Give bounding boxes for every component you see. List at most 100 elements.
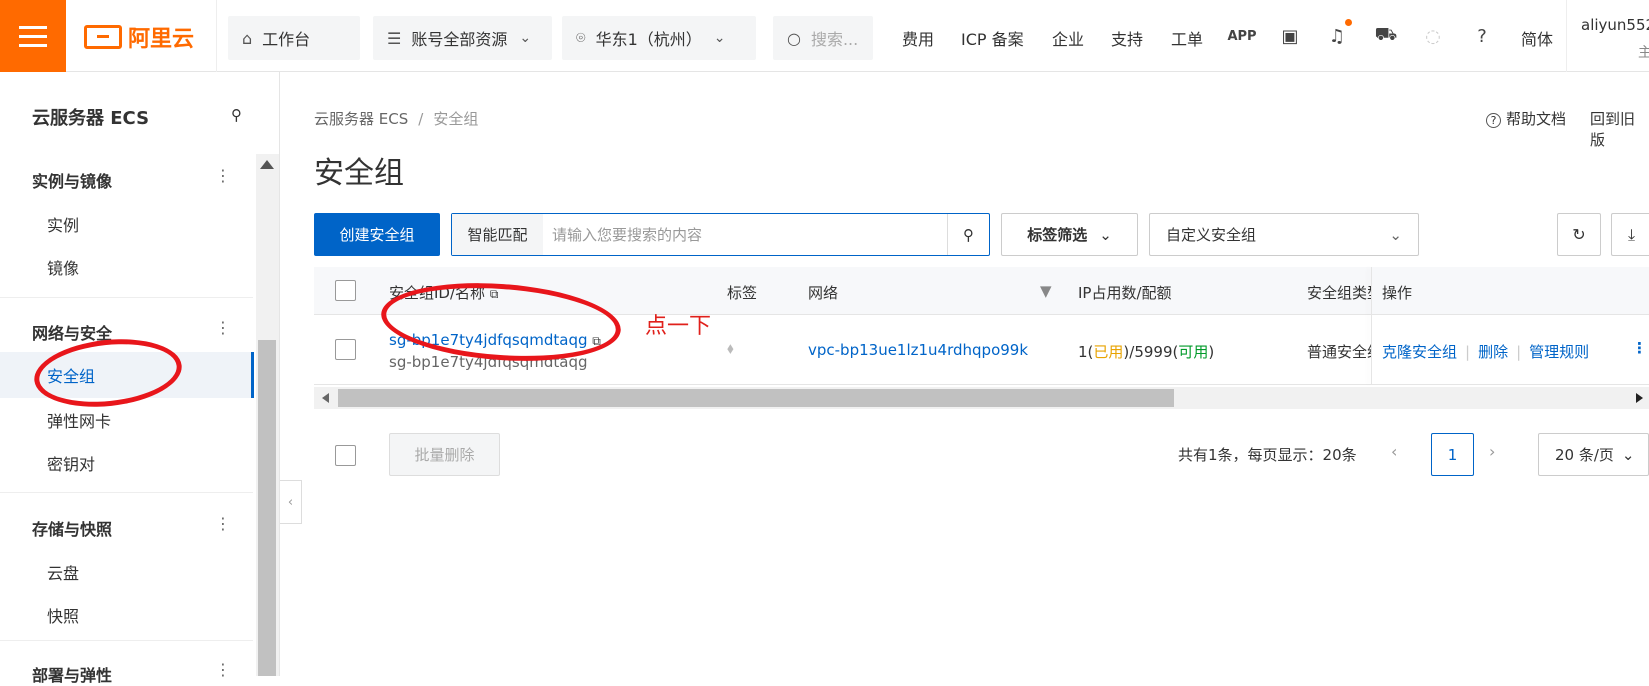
refresh-icon[interactable]: ↻ <box>1557 213 1601 256</box>
sidebar-item-images[interactable]: 镜像 <box>47 255 79 279</box>
nav-support[interactable]: 支持 <box>1111 26 1143 50</box>
cart-icon[interactable]: ⛟ <box>1374 24 1398 48</box>
aliyun-logo[interactable]: 阿里云 <box>84 22 194 52</box>
download-icon[interactable]: ⤓ <box>1611 213 1649 256</box>
more-icon[interactable]: ⋮ <box>215 318 231 337</box>
tag-icon[interactable]: ⬧ <box>727 339 734 357</box>
pagination-summary: 共有1条，每页显示：20条 <box>1178 446 1357 464</box>
row-checkbox[interactable] <box>335 339 356 360</box>
delete-link[interactable]: 删除 <box>1478 343 1508 361</box>
sidebar-search-icon[interactable]: ⚲ <box>231 106 242 124</box>
sidebar-scrollbar-thumb[interactable] <box>258 340 276 676</box>
user-account-name[interactable]: aliyun552 <box>1581 16 1649 34</box>
search-input[interactable] <box>552 214 932 255</box>
search-mode-select[interactable]: 智能匹配 <box>452 214 543 255</box>
more-icon[interactable]: ⋮ <box>215 660 231 679</box>
sidebar-item-eni[interactable]: 弹性网卡 <box>47 408 111 432</box>
nav-enterprise[interactable]: 企业 <box>1052 26 1084 50</box>
tag-filter-button[interactable]: 标签筛选 ⌄ <box>1001 213 1138 256</box>
help-docs-link[interactable]: ? 帮助文档 <box>1486 108 1566 129</box>
nav-tickets[interactable]: 工单 <box>1171 26 1203 50</box>
chevron-down-icon: ⌄ <box>713 30 726 46</box>
search-bar: 智能匹配 ⚲ <box>451 213 990 256</box>
bell-icon[interactable]: ♫ <box>1325 24 1349 48</box>
workbench-button[interactable]: ⌂ 工作台 <box>228 16 360 60</box>
home-icon: ⌂ <box>242 28 253 48</box>
sticky-column-divider <box>1371 267 1372 385</box>
search-icon: ○ <box>787 28 801 48</box>
security-group-type-value: 自定义安全组 <box>1166 226 1257 244</box>
column-header-network: 网络 <box>808 284 839 302</box>
page-number-current[interactable]: 1 <box>1431 433 1474 476</box>
top-navigation-bar: 阿里云 ⌂ 工作台 ☰ 账号全部资源 ⌄ ⌾ 华东1（杭州） ⌄ ○ 搜索...… <box>0 0 1649 72</box>
terminal-icon[interactable]: ▣ <box>1278 24 1302 48</box>
prev-page-icon[interactable]: ‹ <box>1391 442 1397 461</box>
sidebar-item-snapshots[interactable]: 快照 <box>47 603 79 627</box>
sidebar-active-indicator <box>251 352 254 398</box>
scroll-right-icon[interactable] <box>1636 393 1643 403</box>
global-search-placeholder: 搜索... <box>810 30 859 49</box>
global-search[interactable]: ○ 搜索... <box>773 16 873 60</box>
footer-select-all-checkbox[interactable] <box>335 445 356 466</box>
region-select[interactable]: ⌾ 华东1（杭州） ⌄ <box>562 16 756 60</box>
annotation-note: 点一下 <box>645 314 712 339</box>
column-header-actions: 操作 <box>1382 284 1413 302</box>
help-icon[interactable]: ? <box>1470 24 1494 48</box>
security-group-type: 普通安全组 <box>1307 343 1371 361</box>
filter-icon[interactable]: ▼ <box>1040 282 1052 300</box>
sidebar-item-disks[interactable]: 云盘 <box>47 560 79 584</box>
vpc-link[interactable]: vpc-bp13ue1lz1u4rdhqpo99k <box>808 341 1028 359</box>
app-icon[interactable]: APP <box>1227 24 1256 48</box>
lightbulb-icon[interactable]: ◌ <box>1421 24 1445 48</box>
divider <box>0 640 253 641</box>
manage-rules-link[interactable]: 管理规则 <box>1529 343 1589 361</box>
divider <box>0 297 253 298</box>
security-group-type-select[interactable]: 自定义安全组 ⌄ <box>1149 213 1419 256</box>
page-title: 安全组 <box>314 156 404 191</box>
select-all-checkbox[interactable] <box>335 280 356 301</box>
sidebar-group-deployment[interactable]: 部署与弹性 <box>32 662 112 686</box>
stack-icon: ☰ <box>387 28 402 48</box>
old-version-link[interactable]: 回到旧版 <box>1590 108 1649 150</box>
resource-scope-select[interactable]: ☰ 账号全部资源 ⌄ <box>373 16 552 60</box>
scroll-up-icon[interactable] <box>260 160 274 169</box>
chevron-down-icon: ⌄ <box>519 30 532 46</box>
user-account-type: 主 <box>1638 45 1649 61</box>
create-security-group-button[interactable]: 创建安全组 <box>314 213 440 256</box>
page-size-select[interactable]: 20 条/页 ⌄ <box>1538 433 1649 476</box>
divider <box>216 0 217 72</box>
divider <box>0 492 253 493</box>
location-icon: ⌾ <box>576 28 586 47</box>
resource-scope-label: 账号全部资源 <box>411 30 508 49</box>
nav-icp[interactable]: ICP 备案 <box>961 26 1024 50</box>
breadcrumb-ecs[interactable]: 云服务器 ECS <box>314 110 408 128</box>
next-page-icon[interactable]: › <box>1489 442 1495 461</box>
more-actions-icon[interactable]: ⋮ <box>1632 339 1647 357</box>
scroll-left-icon[interactable] <box>322 393 329 403</box>
chevron-down-icon: ⌄ <box>1389 225 1402 244</box>
help-docs-label: 帮助文档 <box>1506 110 1567 128</box>
sidebar-collapse-button[interactable]: ‹ <box>280 480 302 524</box>
clone-security-group-link[interactable]: 克隆安全组 <box>1382 343 1457 361</box>
table-horizontal-scrollbar[interactable] <box>314 387 1649 409</box>
ip-quota: 1(已用)/5999(可用) <box>1078 343 1215 361</box>
sidebar-item-instances[interactable]: 实例 <box>47 212 79 236</box>
menu-icon[interactable] <box>0 0 66 72</box>
logo-mark-icon <box>84 25 122 49</box>
more-icon[interactable]: ⋮ <box>215 166 231 185</box>
search-icon[interactable]: ⚲ <box>947 214 989 255</box>
logo-text: 阿里云 <box>128 27 195 52</box>
nav-billing[interactable]: 费用 <box>902 26 934 50</box>
sidebar-item-keypairs[interactable]: 密钥对 <box>47 451 95 475</box>
workbench-label: 工作台 <box>262 30 311 49</box>
tag-filter-label: 标签筛选 <box>1027 226 1088 244</box>
sidebar-group-storage[interactable]: 存储与快照 <box>32 516 112 540</box>
region-label: 华东1（杭州） <box>595 30 702 49</box>
language-switch[interactable]: 简体 <box>1521 26 1553 50</box>
column-header-type: 安全组类型 <box>1307 284 1371 302</box>
horizontal-scrollbar-thumb[interactable] <box>338 389 1174 407</box>
more-icon[interactable]: ⋮ <box>215 514 231 533</box>
column-header-ip-quota: IP占用数/配额 <box>1078 284 1172 302</box>
batch-delete-button[interactable]: 批量删除 <box>389 433 500 476</box>
sidebar-group-instances[interactable]: 实例与镜像 <box>32 168 112 192</box>
